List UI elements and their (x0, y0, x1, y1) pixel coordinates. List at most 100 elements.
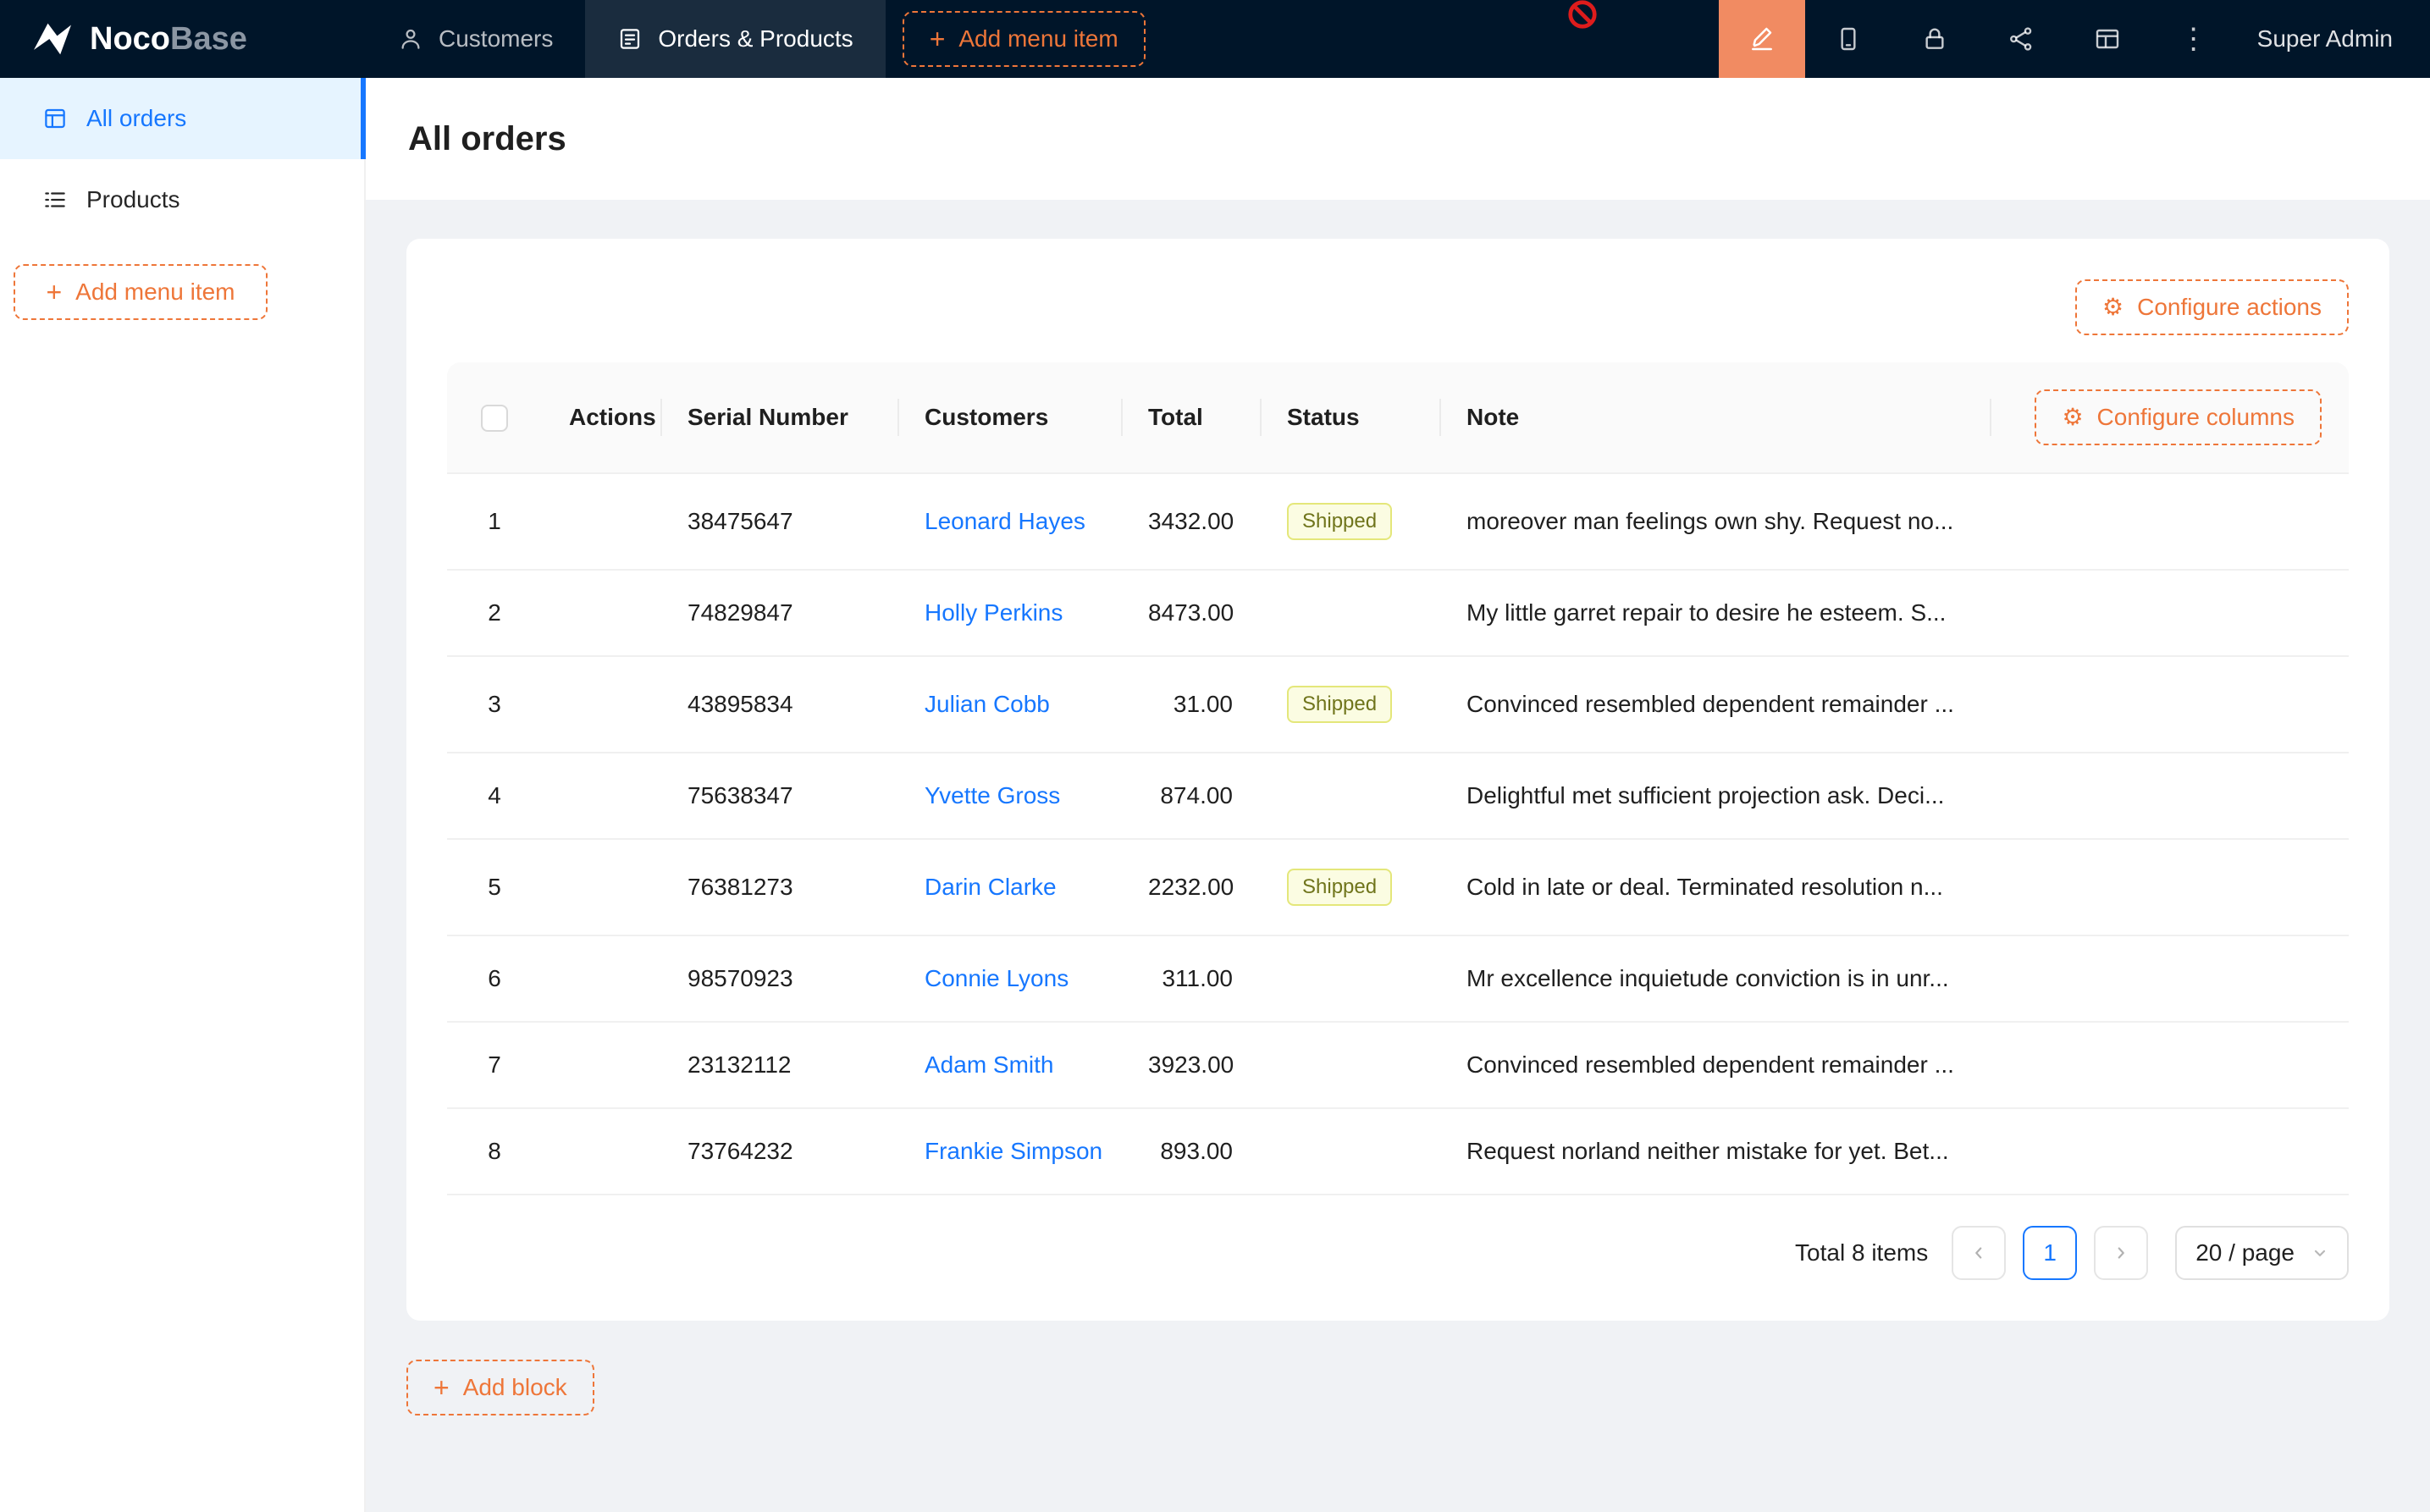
select-all-checkbox[interactable] (481, 405, 508, 432)
chevron-down-icon (2311, 1244, 2328, 1261)
highlighter-icon (1748, 25, 1776, 52)
serial-number-cell: 38475647 (660, 473, 897, 570)
gear-icon: ⚙ (2062, 406, 2083, 429)
customer-link[interactable]: Holly Perkins (925, 599, 1063, 626)
blocked-cursor-icon (1566, 0, 1599, 30)
configure-actions-button[interactable]: ⚙ Configure actions (2075, 279, 2349, 335)
table-row: 8 73764232 Frankie Simpson 893.00 Reques… (447, 1108, 2349, 1195)
empty-cell (1990, 839, 2349, 935)
total-cell: 2232.00 (1121, 839, 1260, 935)
table-row: 3 43895834 Julian Cobb 31.00 Shipped Con… (447, 656, 2349, 753)
more-button[interactable]: ⋮ (2151, 0, 2237, 78)
table-row: 6 98570923 Connie Lyons 311.00 Mr excell… (447, 935, 2349, 1022)
chevron-right-icon (2112, 1244, 2130, 1262)
empty-cell (1990, 656, 2349, 753)
serial-number-cell: 74829847 (660, 570, 897, 656)
main-menu: Customers Orders & Products + Add menu i… (366, 0, 1146, 78)
next-page-button[interactable] (2094, 1226, 2148, 1280)
empty-cell (1990, 935, 2349, 1022)
row-index: 1 (447, 473, 542, 570)
total-cell: 8473.00 (1121, 570, 1260, 656)
menu-item-orders-products[interactable]: Orders & Products (585, 0, 885, 78)
row-index: 5 (447, 839, 542, 935)
customer-link[interactable]: Yvette Gross (925, 782, 1060, 808)
plugins-button[interactable] (1978, 0, 2064, 78)
actions-cell (542, 935, 660, 1022)
row-index: 8 (447, 1108, 542, 1195)
plus-icon: + (930, 25, 946, 52)
configure-columns-button[interactable]: ⚙ Configure columns (2035, 389, 2322, 445)
actions-cell (542, 753, 660, 839)
table-row: 5 76381273 Darin Clarke 2232.00 Shipped … (447, 839, 2349, 935)
note-cell: Delightful met sufficient projection ask… (1439, 753, 1990, 839)
add-block-button[interactable]: + Add block (406, 1360, 594, 1415)
column-header-actions: Actions (542, 362, 660, 473)
orders-table-block: ⚙ Configure actions Actions Serial Numbe… (406, 239, 2389, 1321)
total-cell: 31.00 (1121, 656, 1260, 753)
actions-cell (542, 839, 660, 935)
customer-link[interactable]: Frankie Simpson (925, 1138, 1102, 1164)
serial-number-cell: 43895834 (660, 656, 897, 753)
page-size-value: 20 / page (2195, 1239, 2295, 1266)
current-user[interactable]: Super Admin (2237, 0, 2430, 78)
all-orders-icon (42, 106, 68, 131)
plugin-nodes-icon (2008, 25, 2035, 52)
actions-cell (542, 1022, 660, 1108)
note-cell: Request norland neither mistake for yet.… (1439, 1108, 1990, 1195)
sidebar-item-label: All orders (86, 105, 186, 132)
page-header: All orders (366, 78, 2430, 200)
table-row: 4 75638347 Yvette Gross 874.00 Delightfu… (447, 753, 2349, 839)
nocobase-logo-icon (30, 20, 75, 58)
products-list-icon (42, 187, 68, 212)
customer-link[interactable]: Connie Lyons (925, 965, 1069, 991)
lock-icon (1921, 25, 1948, 52)
orders-products-icon (617, 26, 643, 52)
table-toolbar: ⚙ Configure actions (447, 279, 2349, 335)
lock-button[interactable] (1892, 0, 1978, 78)
add-menu-item-button-side[interactable]: + Add menu item (14, 264, 268, 320)
sidebar-item-products[interactable]: Products (0, 159, 364, 240)
mobile-button[interactable] (1805, 0, 1892, 78)
sidebar-item-all-orders[interactable]: All orders (0, 78, 364, 159)
empty-cell (1990, 1108, 2349, 1195)
menu-item-customers[interactable]: Customers (366, 0, 585, 78)
customer-link[interactable]: Leonard Hayes (925, 508, 1085, 534)
plus-icon: + (434, 1374, 450, 1401)
status-tag: Shipped (1287, 503, 1392, 540)
row-index: 3 (447, 656, 542, 753)
actions-cell (542, 656, 660, 753)
customer-link[interactable]: Darin Clarke (925, 874, 1057, 900)
add-menu-item-button-top[interactable]: + Add menu item (903, 11, 1146, 67)
column-header-total: Total (1121, 362, 1260, 473)
note-cell: My little garret repair to desire he est… (1439, 570, 1990, 656)
table-row: 1 38475647 Leonard Hayes 3432.00 Shipped… (447, 473, 2349, 570)
settings-center-button[interactable] (2064, 0, 2151, 78)
serial-number-cell: 76381273 (660, 839, 897, 935)
empty-cell (1990, 570, 2349, 656)
page-content: ⚙ Configure actions Actions Serial Numbe… (366, 200, 2430, 1454)
column-header-note: Note (1439, 362, 1990, 473)
ui-editor-button[interactable] (1719, 0, 1805, 78)
page-number-button[interactable]: 1 (2023, 1226, 2077, 1280)
nocobase-logo[interactable]: NocoBase (0, 0, 366, 78)
table-row: 7 23132112 Adam Smith 3923.00 Convinced … (447, 1022, 2349, 1108)
prev-page-button[interactable] (1952, 1226, 2006, 1280)
serial-number-cell: 23132112 (660, 1022, 897, 1108)
sidebar: All orders Products + Add menu item (0, 78, 366, 1512)
row-index: 7 (447, 1022, 542, 1108)
table-header-row: Actions Serial Number Customers Total St… (447, 362, 2349, 473)
empty-cell (1990, 473, 2349, 570)
customer-link[interactable]: Julian Cobb (925, 691, 1050, 717)
total-cell: 874.00 (1121, 753, 1260, 839)
serial-number-cell: 73764232 (660, 1108, 897, 1195)
note-cell: moreover man feelings own shy. Request n… (1439, 473, 1990, 570)
pagination: Total 8 items 1 20 / page (447, 1226, 2349, 1280)
customers-icon (398, 26, 423, 52)
mobile-icon (1835, 25, 1862, 52)
total-cell: 893.00 (1121, 1108, 1260, 1195)
note-cell: Convinced resembled dependent remainder … (1439, 1022, 1990, 1108)
page-size-select[interactable]: 20 / page (2175, 1226, 2349, 1280)
logo-text: NocoBase (90, 21, 247, 58)
customer-link[interactable]: Adam Smith (925, 1051, 1054, 1078)
page-title: All orders (408, 120, 566, 158)
